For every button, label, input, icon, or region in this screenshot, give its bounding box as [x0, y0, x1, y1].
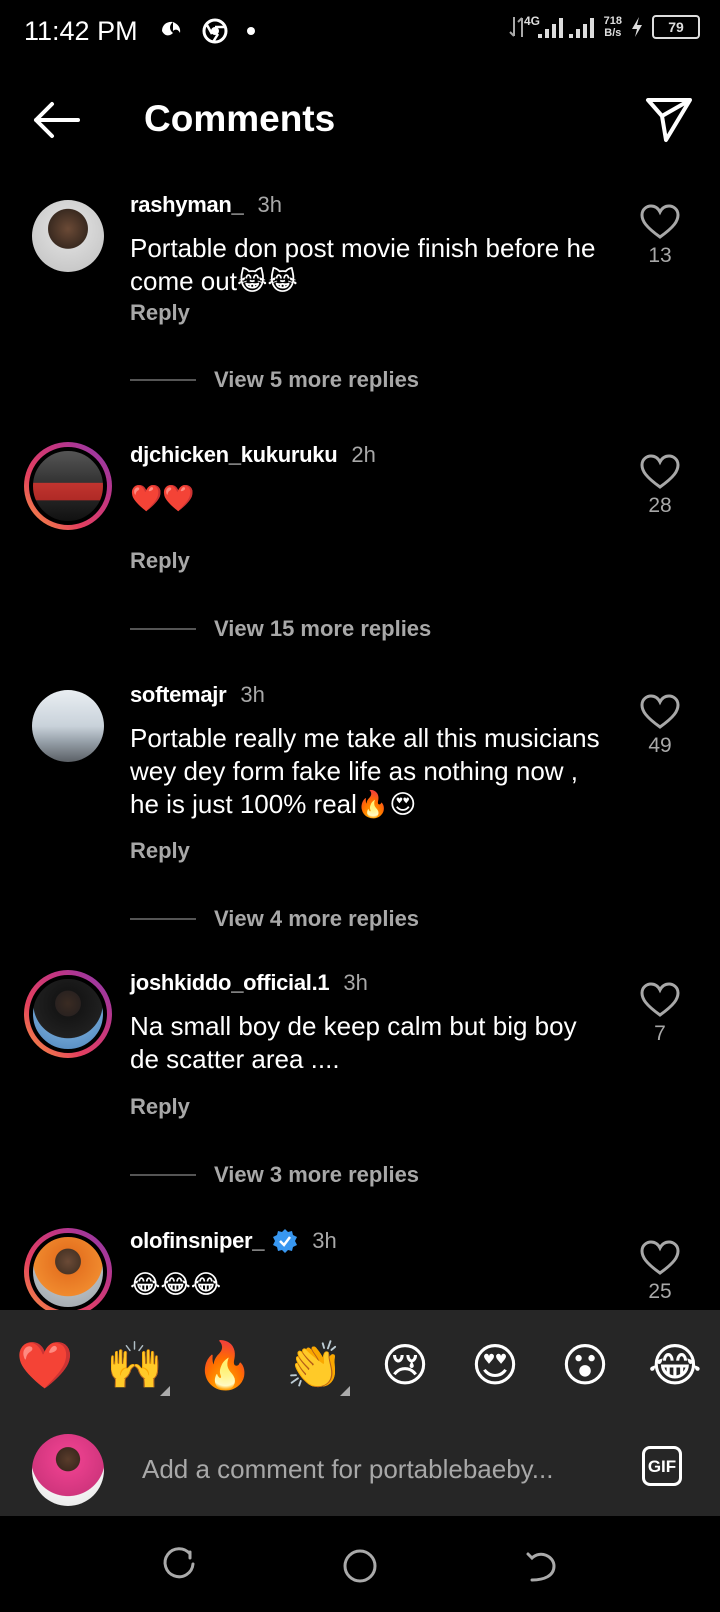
like-count: 49	[648, 734, 672, 757]
avatar[interactable]	[24, 442, 112, 530]
current-user-avatar	[32, 1434, 104, 1506]
back-nav-icon[interactable]	[520, 1546, 560, 1586]
view-replies-button[interactable]: View 4 more replies	[130, 906, 419, 932]
network-speed-unit: B/s	[604, 27, 622, 39]
replies-divider	[130, 918, 196, 920]
reply-button[interactable]: Reply	[130, 1094, 190, 1120]
emoji-laughing-button[interactable]: 😂	[640, 1330, 710, 1400]
comment-header: softemajr 3h	[130, 682, 265, 708]
comment-username[interactable]: joshkiddo_official.1	[130, 970, 330, 996]
heart-icon[interactable]	[640, 982, 680, 1018]
status-time: 11:42 PM	[24, 16, 138, 46]
comment-item: olofinsniper_ 3h 😂😂😂 25	[0, 1228, 720, 1310]
network-speed-value: 718	[603, 15, 622, 27]
comment-time: 3h	[257, 192, 282, 217]
comment-time: 3h	[343, 970, 368, 995]
avatar-image	[32, 200, 104, 272]
emoji-heart-button[interactable]: ❤️	[10, 1330, 80, 1400]
reply-button[interactable]: Reply	[130, 548, 190, 574]
comment-username[interactable]: olofinsniper_	[130, 1228, 265, 1254]
signal-icon	[537, 18, 594, 38]
avatar[interactable]	[24, 970, 112, 1058]
system-nav-bar	[0, 1516, 720, 1612]
status-notification-icons	[158, 18, 256, 44]
comment-header: rashyman_ 3h	[130, 192, 282, 218]
replies-divider	[130, 628, 196, 630]
emoji-quick-bar: ❤️ 🙌 🔥 👏 😢 😍 😮 😂	[0, 1310, 720, 1420]
heart-icon[interactable]	[640, 204, 680, 240]
skin-tone-indicator	[340, 1386, 350, 1396]
avatar-image	[32, 690, 104, 762]
comment-text: Portable really me take all this musicia…	[130, 723, 600, 819]
replies-divider	[130, 379, 196, 381]
status-bar: 11:42 PM 4G 718 B/s 79	[0, 0, 720, 66]
recent-apps-icon[interactable]	[160, 1546, 200, 1586]
comment-input[interactable]	[140, 1446, 604, 1492]
comment-input-bar: GIF	[0, 1420, 720, 1516]
back-arrow-icon[interactable]	[30, 100, 82, 140]
emoji-fire-button[interactable]: 🔥	[190, 1330, 260, 1400]
heart-icon[interactable]	[640, 694, 680, 730]
avatar-image	[29, 1233, 107, 1310]
emoji-heart-eyes-button[interactable]: 😍	[460, 1330, 530, 1400]
home-icon[interactable]	[340, 1546, 380, 1586]
gif-button[interactable]: GIF	[642, 1446, 682, 1486]
view-replies-label: View 4 more replies	[214, 906, 420, 931]
comment-header: joshkiddo_official.1 3h	[130, 970, 368, 996]
data-transfer-icon	[508, 17, 523, 37]
like-count: 28	[648, 494, 672, 517]
view-replies-button[interactable]: View 5 more replies	[130, 367, 419, 393]
comment-time: 3h	[312, 1228, 337, 1253]
emoji-surprised-button[interactable]: 😮	[550, 1330, 620, 1400]
comment-text: Portable don post movie finish before he…	[130, 233, 596, 296]
like-count: 7	[654, 1022, 666, 1045]
page-title: Comments	[144, 98, 336, 139]
send-icon[interactable]	[644, 94, 694, 144]
avatar[interactable]	[24, 682, 112, 770]
emoji-cry-button[interactable]: 😢	[370, 1330, 440, 1400]
view-replies-label: View 5 more replies	[214, 367, 420, 392]
comment-username[interactable]: djchicken_kukuruku	[130, 442, 338, 468]
view-replies-button[interactable]: View 3 more replies	[130, 1162, 419, 1188]
like-count: 25	[648, 1280, 672, 1303]
verified-badge-icon	[273, 1229, 298, 1253]
view-replies-button[interactable]: View 15 more replies	[130, 616, 431, 642]
comment-text: Na small boy de keep calm but big boy de…	[130, 1011, 577, 1074]
like-count: 13	[648, 244, 672, 267]
dot-icon	[247, 27, 255, 35]
comment-username[interactable]: softemajr	[130, 682, 227, 708]
charging-icon	[632, 17, 642, 37]
chrome-icon	[202, 18, 228, 44]
comment-time: 3h	[240, 682, 265, 707]
comment-time: 2h	[351, 442, 376, 467]
comment-header: djchicken_kukuruku 2h	[130, 442, 376, 468]
avatar[interactable]	[24, 192, 112, 280]
avatar[interactable]	[24, 1228, 112, 1310]
skin-tone-indicator	[160, 1386, 170, 1396]
replies-divider	[130, 1174, 196, 1176]
comment-header: olofinsniper_ 3h	[130, 1228, 337, 1254]
avatar-image	[29, 975, 107, 1053]
network-speed: 718 B/s	[604, 15, 622, 39]
reply-button[interactable]: Reply	[130, 838, 190, 864]
app-notification-icon	[162, 21, 181, 36]
heart-icon[interactable]	[640, 1240, 680, 1276]
avatar-image	[29, 447, 107, 525]
heart-icon[interactable]	[640, 454, 680, 490]
comment-username[interactable]: rashyman_	[130, 192, 244, 218]
status-right-icons: 718 B/s 79	[508, 14, 700, 40]
comment-text: 😂😂😂	[130, 1269, 222, 1299]
comment-text: ❤️❤️	[130, 483, 195, 513]
reply-button[interactable]: Reply	[130, 300, 190, 326]
battery-indicator: 79	[652, 15, 700, 39]
comments-header: Comments	[0, 80, 720, 160]
view-replies-label: View 3 more replies	[214, 1162, 420, 1187]
view-replies-label: View 15 more replies	[214, 616, 432, 641]
